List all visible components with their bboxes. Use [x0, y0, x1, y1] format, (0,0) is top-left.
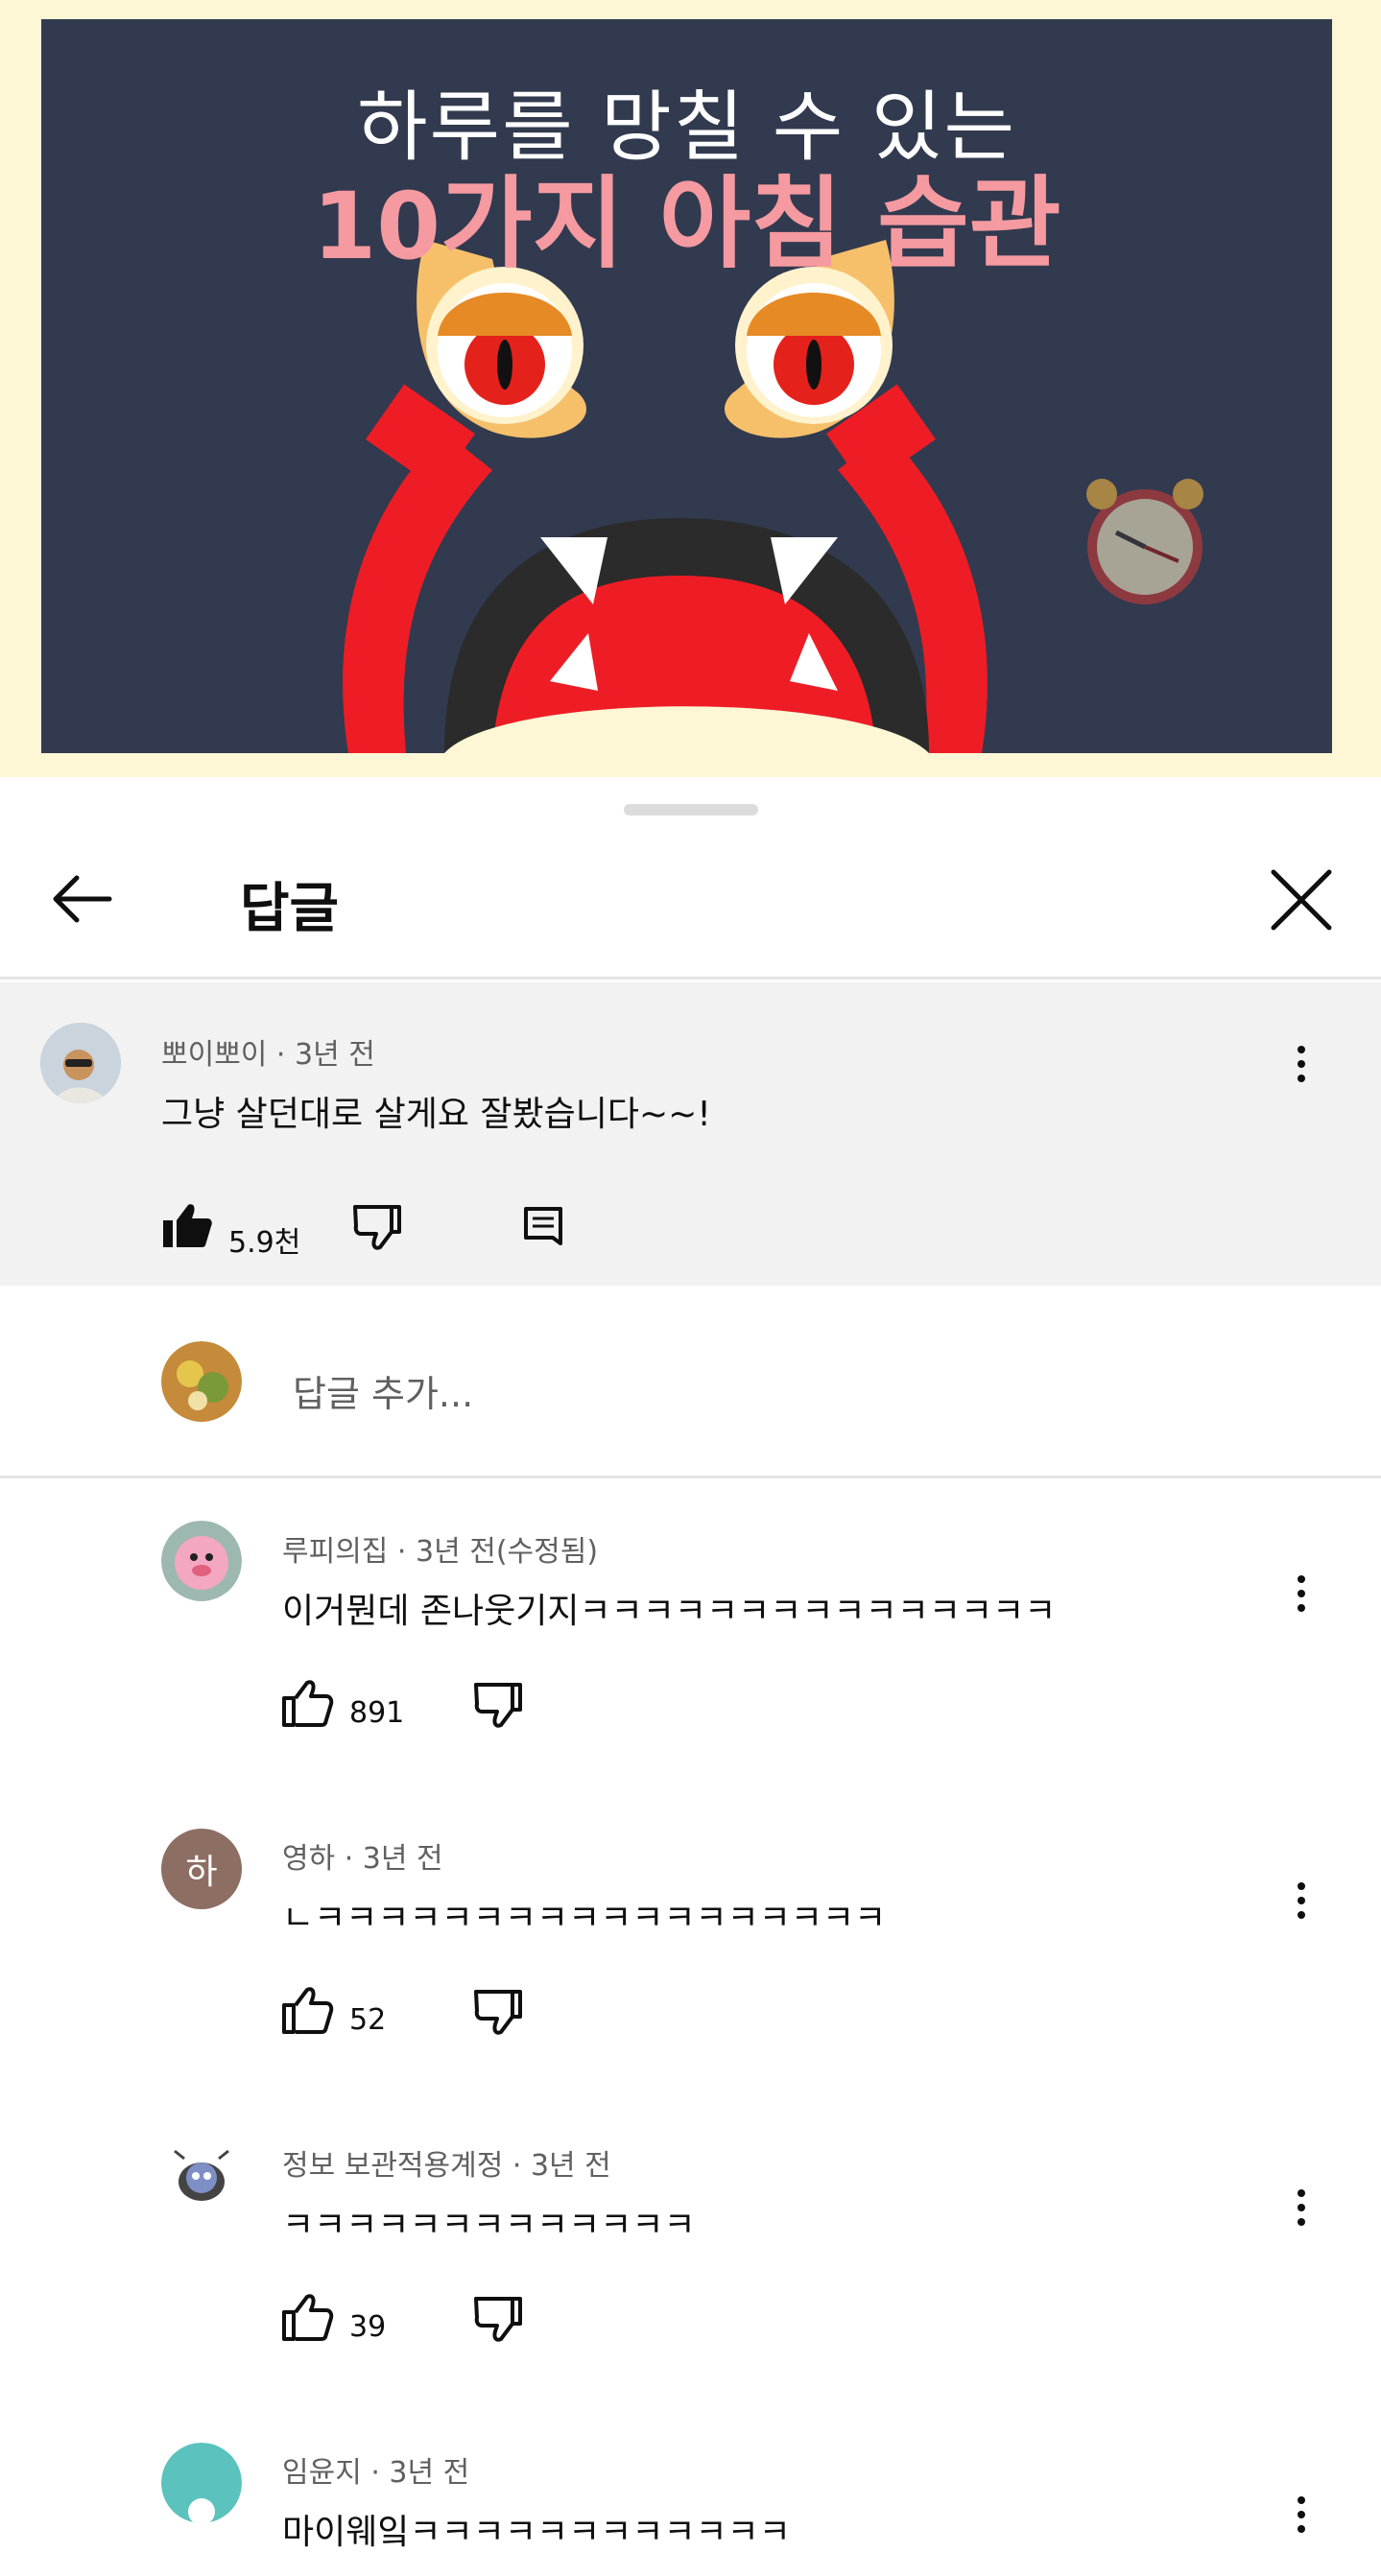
- sheet-title: 답글: [240, 878, 340, 940]
- video-title-number: 10: [312, 173, 441, 280]
- dislike-button[interactable]: [351, 1203, 403, 1251]
- more-options-button[interactable]: [1282, 1560, 1321, 1627]
- reply-button[interactable]: [522, 1205, 564, 1253]
- more-options-button[interactable]: [1282, 2481, 1321, 2548]
- close-icon: [1271, 869, 1332, 931]
- thumb-up-icon: [282, 1987, 334, 2034]
- comment-text: 그냥 살던대로 살게요 잘봤습니다~~!: [161, 1095, 711, 1134]
- thumb-up-icon: [282, 1680, 334, 1727]
- more-options-button[interactable]: [1282, 1867, 1321, 1934]
- avatar-image: [161, 1521, 242, 1601]
- input-divider: [0, 1476, 1381, 1478]
- close-button[interactable]: [1257, 856, 1345, 944]
- like-button[interactable]: [282, 1679, 334, 1727]
- my-avatar-image: [161, 1341, 242, 1422]
- reply-input[interactable]: 답글 추가...: [293, 1364, 473, 1417]
- comment-text: ㄴㅋㅋㅋㅋㅋㅋㅋㅋㅋㅋㅋㅋㅋㅋㅋㅋㅋㅋ: [282, 1899, 887, 1938]
- comment-meta: 정보 보관적용계정 · 3년 전: [282, 2149, 611, 2183]
- dislike-button[interactable]: [472, 2295, 524, 2343]
- comment-meta: 임윤지 · 3년 전: [282, 2456, 470, 2490]
- like-button[interactable]: [282, 2293, 334, 2341]
- like-count: 52: [349, 2003, 387, 2037]
- video-player[interactable]: 하루를 망칠 수 있는 10가지 아침 습관: [0, 0, 1381, 777]
- video-title-line2: 10가지 아침 습관: [41, 142, 1332, 287]
- more-vert-icon: [1298, 2189, 1305, 2197]
- dislike-button[interactable]: [472, 1681, 524, 1729]
- comment-meta: 뽀이뽀이 · 3년 전: [161, 1038, 375, 1072]
- avatar[interactable]: [40, 1023, 121, 1103]
- avatar[interactable]: [161, 2136, 242, 2216]
- avatar[interactable]: 하: [161, 1829, 242, 1909]
- like-count: 39: [349, 2310, 387, 2344]
- thumb-down-icon: [353, 1205, 401, 1250]
- comment-meta: 영하 · 3년 전: [282, 1842, 443, 1876]
- avatar-image: [40, 1023, 121, 1103]
- header-divider: [0, 977, 1381, 980]
- like-button[interactable]: [282, 1986, 334, 2034]
- more-options-button[interactable]: [1282, 2174, 1321, 2241]
- replies-sheet: 답글 뽀이뽀이 · 3년 전 그냥 살던대로 살게요 잘봤습니다~~! 5.9천…: [0, 777, 1381, 2576]
- thumb-down-icon: [474, 1990, 522, 2035]
- more-vert-icon: [1298, 1046, 1305, 1053]
- arrow-left-icon: [53, 875, 112, 923]
- comment-text: ㅋㅋㅋㅋㅋㅋㅋㅋㅋㅋㅋㅋㅋ: [282, 2206, 696, 2245]
- like-count: 891: [349, 1696, 405, 1730]
- dislike-button[interactable]: [472, 1988, 524, 2036]
- more-vert-icon: [1298, 1882, 1305, 1890]
- avatar-image: [174, 2149, 229, 2201]
- drag-handle[interactable]: [624, 804, 758, 815]
- my-avatar: [161, 1341, 242, 1422]
- more-vert-icon: [1298, 1575, 1305, 1583]
- comment-icon: [524, 1207, 562, 1245]
- video-title-text: 가지 아침 습관: [440, 165, 1061, 282]
- thumb-down-icon: [474, 2297, 522, 2342]
- avatar[interactable]: [161, 1521, 242, 1601]
- comment-text: 마이웨잌ㅋㅋㅋㅋㅋㅋㅋㅋㅋㅋㅋㅋ: [282, 2513, 791, 2552]
- thumb-up-filled-icon: [163, 1204, 212, 1247]
- like-count: 5.9천: [228, 1226, 301, 1260]
- parent-comment: 뽀이뽀이 · 3년 전 그냥 살던대로 살게요 잘봤습니다~~! 5.9천: [0, 982, 1381, 1286]
- more-options-button[interactable]: [1282, 1030, 1321, 1098]
- like-button[interactable]: [161, 1201, 213, 1249]
- back-button[interactable]: [38, 856, 125, 942]
- comment-text: 이거뭔데 존나웃기지ㅋㅋㅋㅋㅋㅋㅋㅋㅋㅋㅋㅋㅋㅋㅋ: [282, 1592, 1057, 1631]
- thumb-down-icon: [474, 1683, 522, 1728]
- avatar[interactable]: [161, 2443, 242, 2523]
- comment-meta: 루피의집 · 3년 전(수정됨): [282, 1535, 599, 1569]
- more-vert-icon: [1298, 2496, 1305, 2504]
- video-thumbnail: 하루를 망칠 수 있는 10가지 아침 습관: [41, 19, 1332, 753]
- thumb-up-icon: [282, 2294, 334, 2341]
- avatar-image: [161, 2443, 242, 2523]
